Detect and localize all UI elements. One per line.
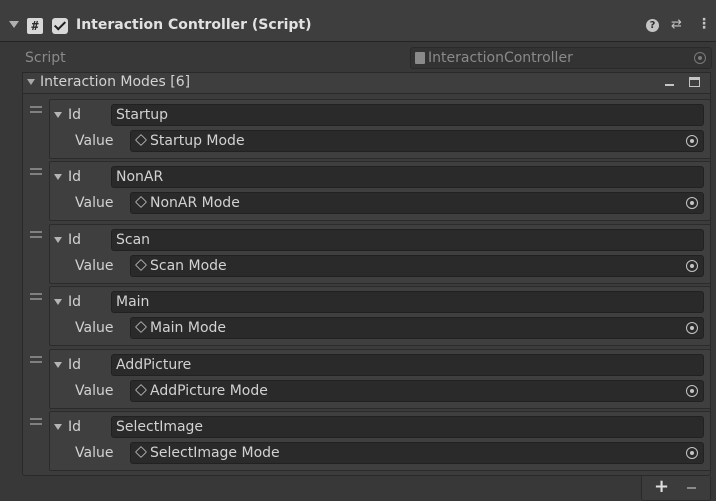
id-field[interactable]: SelectImage <box>111 416 704 438</box>
value-field-text: AddPicture Mode <box>150 383 268 399</box>
id-label: Id <box>68 107 82 123</box>
value-label: Value <box>75 383 114 399</box>
id-label: Id <box>68 419 82 435</box>
value-label: Value <box>75 195 114 211</box>
cube-icon <box>134 320 148 334</box>
value-field[interactable]: SelectImage Mode <box>130 442 704 464</box>
value-field[interactable]: Startup Mode <box>130 130 704 152</box>
list-item: Id SelectImage Value SelectImage Mode <box>22 411 711 473</box>
drag-handle-icon[interactable] <box>30 106 42 113</box>
cube-icon <box>134 258 148 272</box>
id-field-value: Startup <box>116 107 168 123</box>
minimize-icon[interactable] <box>665 84 674 86</box>
cube-icon <box>134 133 148 147</box>
object-picker-icon[interactable] <box>694 52 706 64</box>
drag-handle-icon[interactable] <box>30 293 42 300</box>
id-field[interactable]: Main <box>111 291 704 313</box>
object-picker-icon[interactable] <box>686 385 698 397</box>
maximize-icon[interactable] <box>689 77 700 87</box>
value-label: Value <box>75 320 114 336</box>
foldout-arrow-icon[interactable] <box>54 237 62 243</box>
foldout-arrow-icon[interactable] <box>54 112 62 118</box>
id-field-value: SelectImage <box>116 419 204 435</box>
value-field-text: SelectImage Mode <box>150 445 280 461</box>
drag-handle-icon[interactable] <box>30 356 42 363</box>
value-field[interactable]: Scan Mode <box>130 255 704 277</box>
object-picker-icon[interactable] <box>686 197 698 209</box>
remove-element-button[interactable] <box>687 487 696 489</box>
list-title: Interaction Modes [6] <box>40 74 191 90</box>
value-field[interactable]: AddPicture Mode <box>130 380 704 402</box>
value-label: Value <box>75 258 114 274</box>
kebab-menu-icon[interactable]: ⋮ <box>697 17 711 31</box>
help-icon[interactable]: ? <box>646 19 659 32</box>
id-field[interactable]: AddPicture <box>111 354 704 376</box>
id-label: Id <box>68 232 82 248</box>
foldout-arrow-icon[interactable] <box>9 21 19 28</box>
component-header: # Interaction Controller (Script) ? ⇄ ⋮ <box>0 0 716 42</box>
id-field[interactable]: NonAR <box>111 166 704 188</box>
value-field[interactable]: NonAR Mode <box>130 192 704 214</box>
list-foldout-icon[interactable] <box>27 79 35 85</box>
value-field-text: Main Mode <box>150 320 227 336</box>
list-item: Id Main Value Main Mode <box>22 286 711 348</box>
value-label: Value <box>75 133 114 149</box>
foldout-arrow-icon[interactable] <box>54 299 62 305</box>
id-field[interactable]: Startup <box>111 104 704 126</box>
cube-icon <box>134 383 148 397</box>
list-footer <box>641 476 711 501</box>
script-label: Script <box>25 50 66 66</box>
add-element-button[interactable]: + <box>654 476 669 497</box>
cube-icon <box>134 195 148 209</box>
script-icon: # <box>27 18 43 34</box>
foldout-arrow-icon[interactable] <box>54 424 62 430</box>
object-picker-icon[interactable] <box>686 135 698 147</box>
list-item: Id NonAR Value NonAR Mode <box>22 161 711 223</box>
id-field[interactable]: Scan <box>111 229 704 251</box>
value-field-text: NonAR Mode <box>150 195 240 211</box>
id-field-value: AddPicture <box>116 357 192 373</box>
script-field-value: InteractionController <box>428 50 573 66</box>
id-label: Id <box>68 294 82 310</box>
script-field[interactable]: InteractionController <box>410 47 712 69</box>
drag-handle-icon[interactable] <box>30 168 42 175</box>
id-label: Id <box>68 357 82 373</box>
value-field-text: Startup Mode <box>150 133 245 149</box>
list-item: Id Scan Value Scan Mode <box>22 224 711 286</box>
value-field-text: Scan Mode <box>150 258 227 274</box>
script-file-icon <box>415 52 425 64</box>
foldout-arrow-icon[interactable] <box>54 174 62 180</box>
value-field[interactable]: Main Mode <box>130 317 704 339</box>
id-field-value: NonAR <box>116 169 164 185</box>
foldout-arrow-icon[interactable] <box>54 362 62 368</box>
preset-icon[interactable]: ⇄ <box>671 18 682 32</box>
object-picker-icon[interactable] <box>686 260 698 272</box>
object-picker-icon[interactable] <box>686 322 698 334</box>
list-item: Id Startup Value Startup Mode <box>22 99 711 161</box>
object-picker-icon[interactable] <box>686 447 698 459</box>
id-field-value: Scan <box>116 232 151 248</box>
value-label: Value <box>75 445 114 461</box>
component-title[interactable]: Interaction Controller (Script) <box>76 17 312 33</box>
list-item: Id AddPicture Value AddPicture Mode <box>22 349 711 411</box>
id-label: Id <box>68 169 82 185</box>
cube-icon <box>134 445 148 459</box>
enabled-checkbox[interactable] <box>52 18 68 34</box>
drag-handle-icon[interactable] <box>30 418 42 425</box>
id-field-value: Main <box>116 294 150 310</box>
drag-handle-icon[interactable] <box>30 231 42 238</box>
list-header[interactable]: Interaction Modes [6] <box>22 72 711 94</box>
